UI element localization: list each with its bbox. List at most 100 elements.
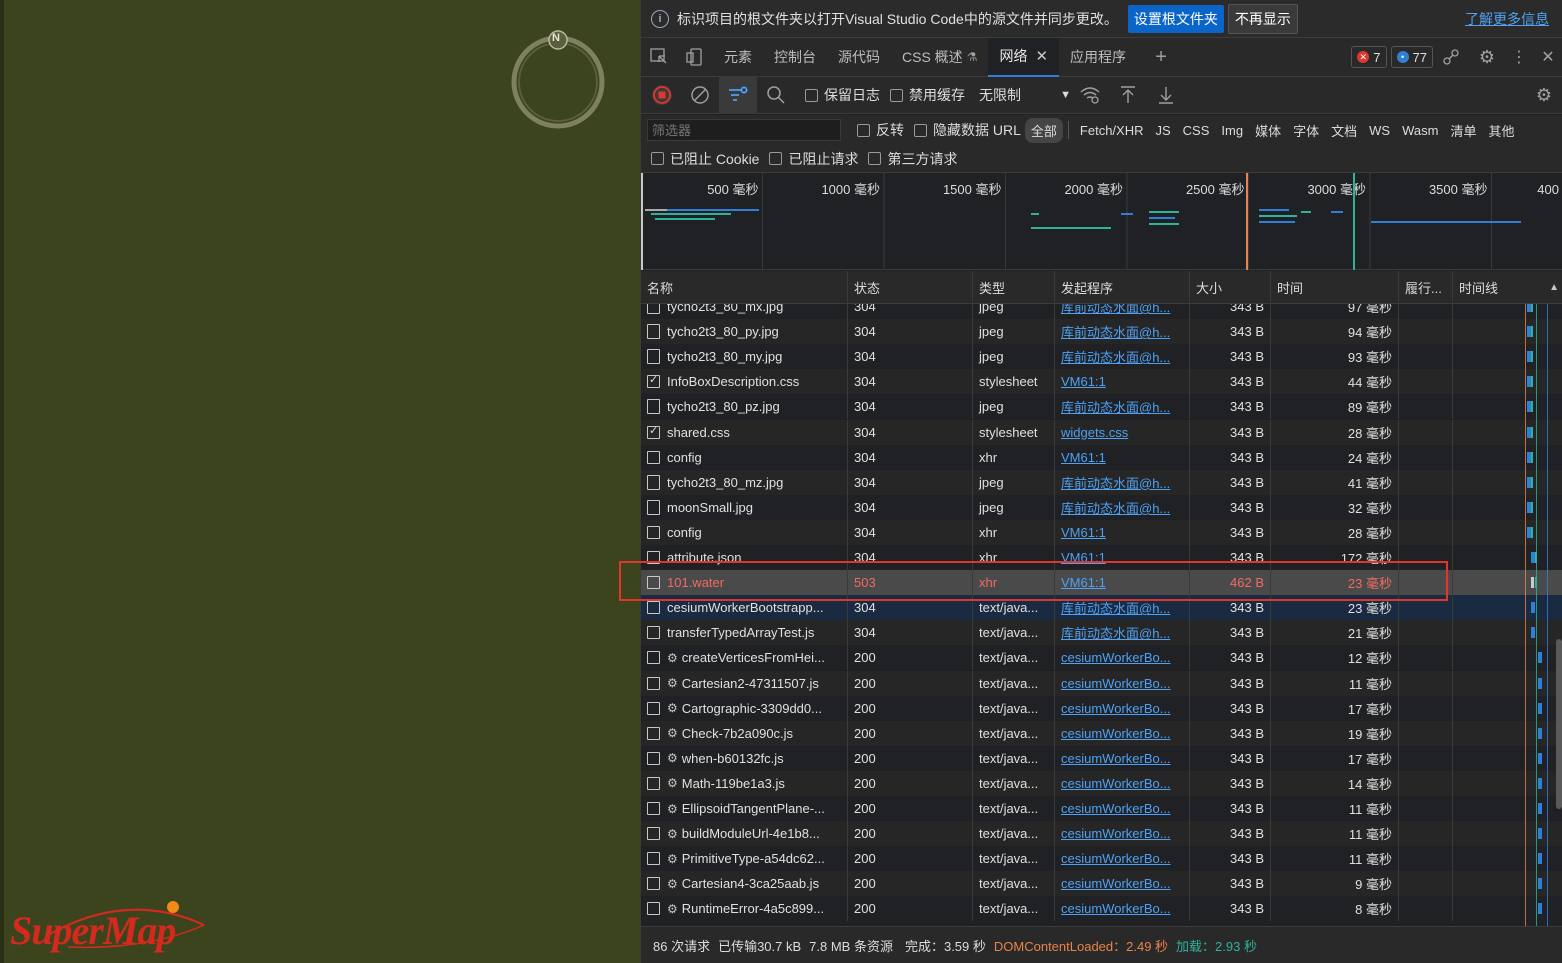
table-row[interactable]: ⚙ buildModuleUrl-4e1b8... 200 text/java... c… bbox=[641, 821, 1562, 847]
type-filter-font[interactable]: 字体 bbox=[1287, 118, 1325, 143]
cell-name[interactable]: ⚙ EllipsoidTangentPlane-... bbox=[641, 796, 848, 821]
tab-console[interactable]: 控制台 bbox=[763, 38, 827, 77]
tab-elements[interactable]: 元素 bbox=[713, 38, 763, 77]
cell-name[interactable]: 101.water bbox=[641, 570, 848, 596]
cell-initiator-link[interactable]: 库前动态水面@h... bbox=[1055, 304, 1190, 319]
cell-initiator-link[interactable]: cesiumWorkerBo... bbox=[1055, 770, 1190, 796]
overview-timeline[interactable]: 500 毫秒 1000 毫秒 1500 毫秒 2000 毫秒 2500 毫秒 3000 毫… bbox=[641, 173, 1562, 270]
cell-initiator-link[interactable]: VM61:1 bbox=[1055, 545, 1190, 570]
cell-name[interactable]: tycho2t3_80_mx.jpg bbox=[641, 304, 848, 319]
record-stop-icon[interactable] bbox=[643, 77, 681, 114]
table-row[interactable]: attribute.json 304 xhr VM61:1 343 B 172 毫秒 bbox=[641, 545, 1562, 570]
hide-data-url-box[interactable] bbox=[914, 123, 927, 137]
tab-network[interactable]: 网络 ✕ bbox=[988, 37, 1060, 77]
cell-initiator-link[interactable]: 库前动态水面@h... bbox=[1055, 469, 1190, 495]
cell-initiator-link[interactable]: VM61:1 bbox=[1055, 444, 1190, 470]
table-row[interactable]: tycho2t3_80_my.jpg 304 jpeg 库前动态水面@h... 343 … bbox=[641, 344, 1562, 370]
cell-initiator-link[interactable]: cesiumWorkerBo... bbox=[1055, 745, 1190, 771]
connections-icon[interactable] bbox=[1433, 38, 1469, 77]
cell-name[interactable]: ⚙ Math-119be1a3.js bbox=[641, 770, 848, 796]
cell-name[interactable]: ⚙ PrimitiveType-a54dc62... bbox=[641, 846, 848, 872]
cell-name[interactable]: tycho2t3_80_pz.jpg bbox=[641, 394, 848, 420]
table-row[interactable]: ⚙ RuntimeError-4a5c899... 200 text/java... c… bbox=[641, 896, 1562, 922]
invert-checkbox[interactable]: 反转 bbox=[857, 120, 904, 140]
filter-input[interactable] bbox=[647, 119, 841, 141]
cell-initiator-link[interactable]: cesiumWorkerBo... bbox=[1055, 796, 1190, 821]
blocked-requests-box[interactable] bbox=[769, 152, 783, 165]
table-row[interactable]: config 304 xhr VM61:1 343 B 24 毫秒 bbox=[641, 444, 1562, 470]
cell-initiator-link[interactable]: 库前动态水面@h... bbox=[1055, 394, 1190, 420]
column-header-type[interactable]: 类型 bbox=[973, 271, 1055, 304]
table-row[interactable]: InfoBoxDescription.css 304stylesheetVM61:… bbox=[641, 369, 1562, 395]
cell-initiator-link[interactable]: cesiumWorkerBo... bbox=[1055, 821, 1190, 847]
table-row[interactable]: ⚙ Check-7b2a090c.js 200 text/java... cesiumW… bbox=[641, 720, 1562, 746]
cell-initiator-link[interactable]: cesiumWorkerBo... bbox=[1055, 670, 1190, 696]
set-root-folder-button[interactable]: 设置根文件夹 bbox=[1127, 4, 1224, 33]
table-row[interactable]: config 304 xhr VM61:1 343 B 28 毫秒 bbox=[641, 519, 1562, 545]
compass-widget[interactable]: N bbox=[510, 30, 606, 130]
cell-initiator-link[interactable]: cesiumWorkerBo... bbox=[1055, 871, 1190, 897]
table-scrollbar[interactable] bbox=[1555, 304, 1562, 926]
tab-application[interactable]: 应用程序 bbox=[1059, 38, 1137, 77]
type-filter-wasm[interactable]: Wasm bbox=[1396, 120, 1444, 141]
table-row[interactable]: moonSmall.jpg 304 jpeg 库前动态水面@h... 343 B 32 毫… bbox=[641, 494, 1562, 520]
network-conditions-icon[interactable] bbox=[1071, 77, 1109, 114]
cell-name[interactable]: cesiumWorkerBootstrapp... bbox=[641, 595, 848, 621]
table-row[interactable]: ⚙ Cartographic-3309dd0... 200 text/java... c… bbox=[641, 695, 1562, 721]
search-icon[interactable] bbox=[757, 77, 795, 114]
cell-initiator-link[interactable]: VM61:1 bbox=[1055, 570, 1190, 596]
table-row-error[interactable]: 101.water 503 xhr VM61:1 462 B 23 毫秒 bbox=[641, 570, 1562, 596]
clear-log-icon[interactable] bbox=[681, 77, 719, 114]
hide-data-url-checkbox[interactable]: 隐藏数据 URL bbox=[914, 120, 1021, 140]
cell-name[interactable]: tycho2t3_80_py.jpg bbox=[641, 319, 848, 345]
cell-initiator-link[interactable]: 库前动态水面@h... bbox=[1055, 344, 1190, 370]
device-toolbar-icon[interactable] bbox=[677, 38, 713, 77]
cell-name[interactable]: ⚙ when-b60132fc.js bbox=[641, 745, 848, 771]
close-devtools-icon[interactable]: ✕ bbox=[1533, 38, 1562, 77]
type-filter-img[interactable]: Img bbox=[1215, 120, 1249, 141]
cell-name[interactable]: InfoBoxDescription.css bbox=[641, 369, 848, 395]
cell-name[interactable]: ⚙ Cartesian2-47311507.js bbox=[641, 670, 848, 696]
type-filter-js[interactable]: JS bbox=[1150, 120, 1177, 141]
blocked-cookies-checkbox[interactable]: 已阻止 Cookie bbox=[651, 149, 759, 169]
settings-gear-icon[interactable]: ⚙ bbox=[1469, 38, 1505, 77]
cell-initiator-link[interactable]: VM61:1 bbox=[1055, 369, 1190, 395]
cell-initiator-link[interactable]: cesiumWorkerBo... bbox=[1055, 645, 1190, 671]
third-party-checkbox[interactable]: 第三方请求 bbox=[868, 149, 957, 169]
cell-initiator-link[interactable]: 库前动态水面@h... bbox=[1055, 319, 1190, 345]
cell-initiator-link[interactable]: 库前动态水面@h... bbox=[1055, 620, 1190, 646]
column-header-initiator[interactable]: 发起程序 bbox=[1055, 271, 1190, 304]
disable-cache-checkbox[interactable]: 禁用缓存 bbox=[890, 85, 965, 105]
preserve-log-checkbox[interactable]: 保留日志 bbox=[805, 85, 880, 105]
close-tab-icon[interactable]: ✕ bbox=[1035, 47, 1048, 65]
filter-toggle-icon[interactable] bbox=[719, 76, 757, 114]
cell-initiator-link[interactable]: 库前动态水面@h... bbox=[1055, 595, 1190, 621]
cell-name[interactable]: shared.css bbox=[641, 419, 848, 445]
column-header-status[interactable]: 状态 bbox=[848, 271, 973, 304]
error-count-badge[interactable]: ✕ 7 bbox=[1351, 46, 1387, 68]
column-header-name[interactable]: 名称 bbox=[641, 271, 848, 304]
message-count-badge[interactable]: • 77 bbox=[1390, 46, 1433, 68]
learn-more-link[interactable]: 了解更多信息 bbox=[1465, 9, 1549, 29]
cell-name[interactable]: ⚙ Cartographic-3309dd0... bbox=[641, 695, 848, 721]
table-row[interactable]: ⚙ Math-119be1a3.js 200 text/java... cesiumWo… bbox=[641, 770, 1562, 796]
cell-initiator-link[interactable]: cesiumWorkerBo... bbox=[1055, 720, 1190, 746]
cell-name[interactable]: ⚙ buildModuleUrl-4e1b8... bbox=[641, 821, 848, 847]
import-har-icon[interactable] bbox=[1109, 77, 1147, 114]
map-viewport[interactable]: N SuperMap bbox=[0, 0, 640, 963]
more-options-icon[interactable]: ⋮ bbox=[1505, 38, 1533, 77]
column-header-time[interactable]: 时间 bbox=[1271, 271, 1399, 304]
cell-name[interactable]: config bbox=[641, 444, 848, 470]
table-row[interactable]: ⚙ when-b60132fc.js 200 text/java... cesiumWo… bbox=[641, 745, 1562, 771]
cell-initiator-link[interactable]: 库前动态水面@h... bbox=[1055, 494, 1190, 520]
type-filter-ws[interactable]: WS bbox=[1363, 120, 1396, 141]
cell-name[interactable]: ⚙ RuntimeError-4a5c899... bbox=[641, 896, 848, 922]
export-har-icon[interactable] bbox=[1147, 77, 1185, 114]
column-header-fulfilled[interactable]: 履行... bbox=[1399, 271, 1453, 304]
table-scrollbar-thumb[interactable] bbox=[1556, 639, 1562, 809]
column-header-size[interactable]: 大小 bbox=[1190, 271, 1271, 304]
cell-name[interactable]: transferTypedArrayTest.js bbox=[641, 620, 848, 646]
network-settings-gear-icon[interactable]: ⚙ bbox=[1525, 77, 1562, 114]
type-filter-other[interactable]: 其他 bbox=[1482, 118, 1520, 143]
table-row[interactable]: ⚙ PrimitiveType-a54dc62... 200 text/java...… bbox=[641, 846, 1562, 872]
